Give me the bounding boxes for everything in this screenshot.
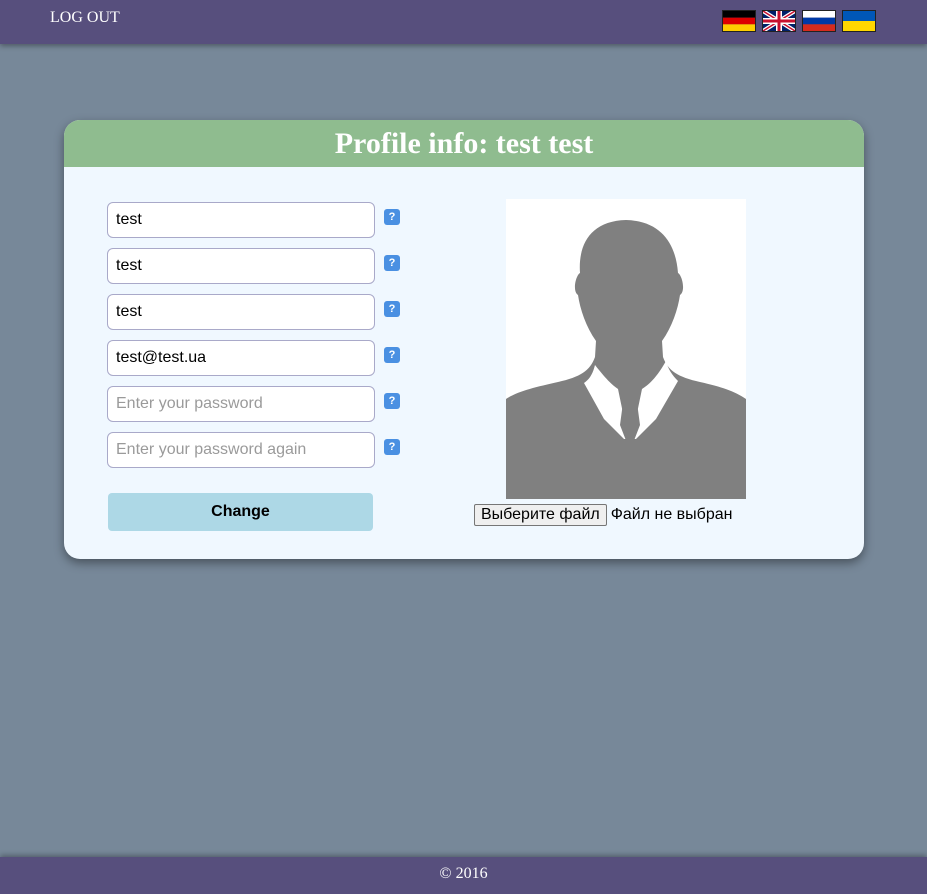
profile-title: Profile info: test test <box>64 120 864 167</box>
choose-file-button[interactable]: Выберите файл <box>474 504 607 526</box>
last-name-input[interactable] <box>107 248 375 284</box>
person-silhouette-icon <box>506 220 746 499</box>
password-input[interactable] <box>107 386 375 422</box>
first-name-input[interactable] <box>107 202 375 238</box>
logout-link[interactable]: LOG OUT <box>50 9 120 27</box>
ukraine-flag-icon[interactable] <box>842 10 876 32</box>
language-switcher <box>722 10 876 32</box>
file-status-label: Файл не выбран <box>610 506 733 523</box>
password-repeat-input[interactable] <box>107 432 375 468</box>
file-upload: Выберите файл Файл не выбран <box>474 504 732 526</box>
login-input[interactable] <box>107 294 375 330</box>
change-button[interactable]: Change <box>108 493 373 531</box>
uk-flag-icon[interactable] <box>762 10 796 32</box>
login-help-icon[interactable]: ? <box>384 301 400 317</box>
email-input[interactable] <box>107 340 375 376</box>
password-help-icon[interactable]: ? <box>384 393 400 409</box>
copyright-text: © 2016 <box>439 865 488 882</box>
germany-flag-icon[interactable] <box>722 10 756 32</box>
last-name-help-icon[interactable]: ? <box>384 255 400 271</box>
russia-flag-icon[interactable] <box>802 10 836 32</box>
profile-card: Profile info: test test ? ? ? ? ? ? Chan… <box>64 120 864 559</box>
top-bar: LOG OUT <box>0 0 927 44</box>
avatar-image <box>506 199 746 499</box>
footer: © 2016 <box>0 857 927 894</box>
password-repeat-help-icon[interactable]: ? <box>384 439 400 455</box>
first-name-help-icon[interactable]: ? <box>384 209 400 225</box>
email-help-icon[interactable]: ? <box>384 347 400 363</box>
